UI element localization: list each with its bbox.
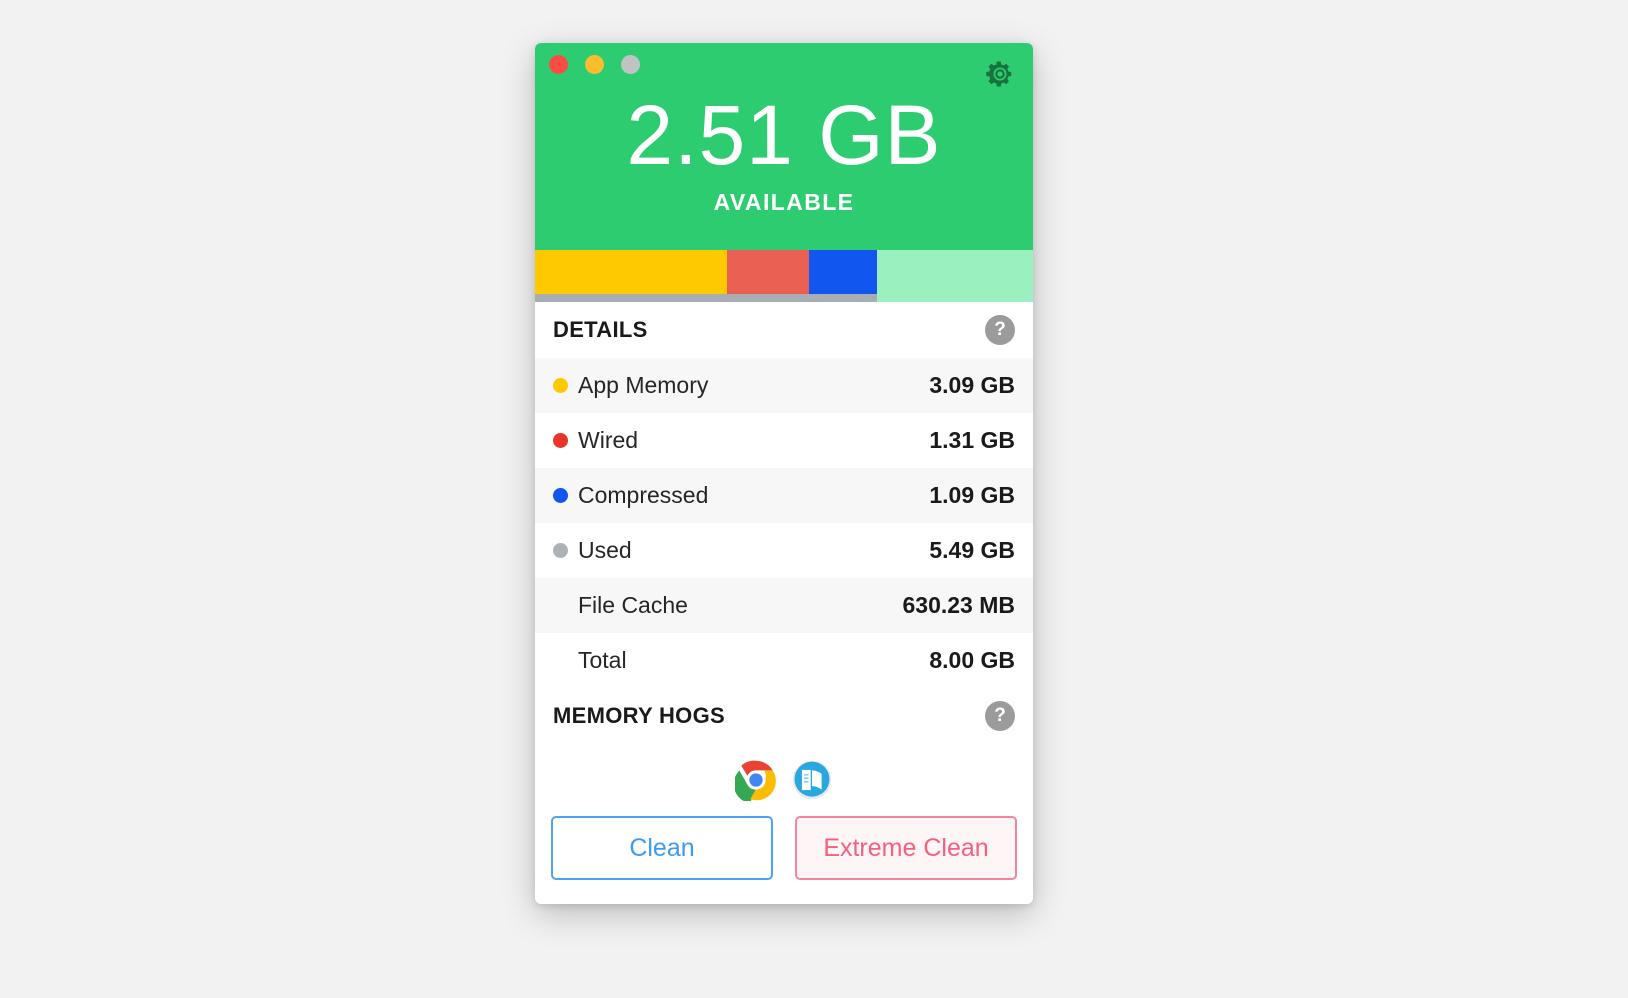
details-row-value: 3.09 GB (929, 372, 1015, 398)
minimize-button[interactable] (585, 55, 604, 74)
details-help-icon[interactable]: ? (985, 315, 1015, 345)
close-button[interactable] (549, 55, 568, 74)
memory-bar-used-underline (535, 294, 877, 302)
memory-hogs-help-icon[interactable]: ? (985, 701, 1015, 731)
details-list: App Memory 3.09 GB Wired 1.31 GB Compressed 1… (535, 358, 1033, 688)
details-row: Total 8.00 GB (535, 633, 1033, 688)
details-section-header: DETAILS ? (535, 302, 1033, 358)
details-row: Wired 1.31 GB (535, 413, 1033, 468)
memory-bar-segment-wired (727, 250, 809, 294)
window-header: 2.51 GB AVAILABLE (535, 43, 1033, 250)
traffic-lights (549, 55, 640, 74)
memory-hogs-app-list (535, 744, 1033, 816)
details-row-label: File Cache (578, 592, 688, 618)
available-label: AVAILABLE (713, 189, 855, 215)
google-chrome-icon[interactable] (735, 759, 777, 801)
available-memory-display: 2.51 GB AVAILABLE (535, 87, 1033, 216)
memory-hogs-section-header: MEMORY HOGS ? (535, 688, 1033, 744)
legend-dot-icon (553, 378, 568, 393)
memory-hogs-title: MEMORY HOGS (553, 703, 725, 728)
details-row: Used 5.49 GB (535, 523, 1033, 578)
legend-dot-icon (553, 488, 568, 503)
details-row-value: 1.31 GB (929, 427, 1015, 453)
details-row: Compressed 1.09 GB (535, 468, 1033, 523)
dictionary-icon[interactable] (791, 759, 833, 801)
details-row-value: 630.23 MB (902, 592, 1015, 618)
memory-usage-bar (535, 250, 1033, 302)
memory-bar-segments (535, 250, 1033, 294)
details-row-value: 1.09 GB (929, 482, 1015, 508)
details-row-label: Used (578, 537, 632, 563)
memory-bar-segment-compressed (808, 250, 877, 294)
memory-bar-segment-app-memory (535, 250, 728, 294)
memory-bar-segment-free (876, 250, 1033, 294)
legend-dot-icon (553, 543, 568, 558)
legend-dot-spacer (553, 598, 568, 613)
details-row-label: App Memory (578, 372, 709, 398)
legend-dot-icon (553, 433, 568, 448)
details-row-value: 8.00 GB (929, 647, 1015, 673)
details-row: File Cache 630.23 MB (535, 578, 1033, 633)
gear-icon[interactable] (985, 59, 1015, 89)
legend-dot-spacer (553, 653, 568, 668)
details-row: App Memory 3.09 GB (535, 358, 1033, 413)
details-row-value: 5.49 GB (929, 537, 1015, 563)
action-buttons: Clean Extreme Clean (535, 816, 1033, 900)
zoom-button[interactable] (621, 55, 640, 74)
details-row-label: Total (578, 647, 627, 673)
memory-clean-window: 2.51 GB AVAILABLE DETAILS ? App Memory 3.… (535, 43, 1033, 904)
extreme-clean-button[interactable]: Extreme Clean (795, 816, 1017, 880)
details-row-label: Wired (578, 427, 639, 453)
available-value: 2.51 GB (626, 88, 942, 182)
details-row-label: Compressed (578, 482, 709, 508)
clean-button[interactable]: Clean (551, 816, 773, 880)
details-title: DETAILS (553, 317, 648, 342)
